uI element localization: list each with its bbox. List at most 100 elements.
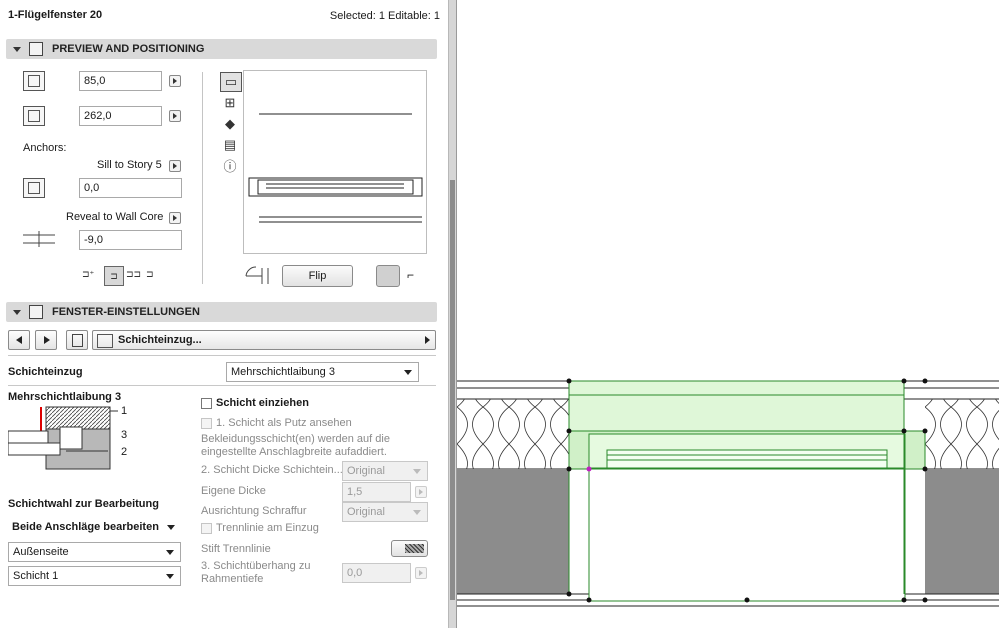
ausrichtung-value: Original — [347, 506, 385, 518]
reveal-icon — [21, 229, 57, 249]
layer-diagram — [7, 405, 133, 473]
arrow-left-icon — [16, 336, 22, 344]
opening-side-right-icon[interactable]: ⌐ — [407, 268, 425, 286]
diagram-label-3: 3 — [121, 429, 128, 441]
height-icon — [23, 106, 45, 126]
selection-status: Selected: 1 Editable: 1 — [329, 10, 440, 22]
schicht-value: Schicht 1 — [13, 570, 59, 582]
page-selector[interactable]: Schichteinzug... — [92, 330, 436, 350]
anchor-mode-1-icon[interactable]: ⊐⁺ — [82, 269, 94, 280]
schichtwahl-value: Beide Anschläge bearbeiten — [12, 521, 159, 533]
ueberhang-arrow-button[interactable] — [415, 567, 427, 579]
arrow-right-icon — [44, 336, 50, 344]
panel-scrollbar-thumb[interactable] — [450, 180, 455, 600]
next-page-button[interactable] — [35, 330, 57, 350]
elevation-view-icon[interactable]: ⊞ — [220, 94, 240, 112]
page-selector-label: Schichteinzug... — [118, 334, 202, 346]
schicht-einziehen-checkbox[interactable] — [201, 398, 212, 409]
schichteinzug-label: Schichteinzug — [8, 366, 83, 378]
object-title: 1-Flügelfenster 20 — [8, 9, 103, 21]
sill-icon — [23, 178, 45, 198]
width-field[interactable]: 85,0 — [79, 71, 162, 91]
anchors-label: Anchors: — [23, 142, 67, 154]
ueberhang-field[interactable]: 0,0 — [342, 563, 411, 583]
pen-swatch-icon — [405, 544, 424, 553]
preview-section-header[interactable]: PREVIEW AND POSITIONING — [6, 39, 437, 59]
eigene-dicke-label: Eigene Dicke — [201, 485, 266, 497]
dicke-schicht-value: Original — [347, 465, 385, 477]
floorplan-drawing — [457, 378, 999, 607]
anchor-mode-3-icon[interactable]: ⊐⊐ — [126, 269, 141, 280]
preview-section-icon — [29, 42, 43, 56]
diagram-label-2: 2 — [121, 446, 128, 458]
info-text-line2: eingestellte Anschlagbreite aufaddiert. — [201, 446, 387, 458]
fenster-section-icon — [29, 305, 43, 319]
schicht-select[interactable]: Schicht 1 — [8, 566, 181, 586]
trennlinie-label: Trennlinie am Einzug — [216, 522, 319, 534]
list-icon — [72, 334, 83, 347]
schichtwahl-label: Schichtwahl zur Bearbeitung — [8, 498, 159, 510]
height-arrow-button[interactable] — [169, 110, 181, 122]
schichteinzug-select[interactable]: Mehrschichtlaibung 3 — [226, 362, 419, 382]
anchor-mode-buttons: ⊐⁺ ⊐ ⊐⊐ ⊐ — [82, 266, 160, 286]
sill-anchor-label: Sill to Story 5 — [97, 159, 162, 171]
width-arrow-button[interactable] — [169, 75, 181, 87]
drawing-canvas[interactable] — [457, 0, 999, 628]
info-text-line1: Bekleidungsschicht(en) werden auf die — [201, 433, 390, 445]
divider — [8, 385, 436, 386]
schichtwahl-select[interactable]: Beide Anschläge bearbeiten — [8, 518, 181, 538]
dicke-schicht-select[interactable]: Original — [342, 461, 428, 481]
anchor-mode-4-icon[interactable]: ⊐ — [146, 269, 154, 280]
ueberhang-label-line2: Rahmentiefe — [201, 573, 264, 585]
sill-field[interactable]: 0,0 — [79, 178, 182, 198]
opening-side-left-icon[interactable] — [376, 265, 400, 287]
schicht-einziehen-label: Schicht einziehen — [216, 397, 309, 409]
chevron-down-icon — [413, 469, 421, 474]
diagram-title: Mehrschichtlaibung 3 — [8, 391, 122, 403]
sill-anchor-button[interactable] — [169, 160, 181, 172]
pen-picker-button[interactable] — [391, 540, 428, 557]
settings-panel: 1-Flügelfenster 20 Selected: 1 Editable:… — [0, 0, 448, 628]
chevron-down-icon — [404, 370, 412, 375]
preview-section-title: PREVIEW AND POSITIONING — [52, 43, 205, 55]
eigene-dicke-arrow-button[interactable] — [415, 486, 427, 498]
reveal-anchor-label: Reveal to Wall Core — [66, 211, 164, 223]
trennlinie-checkbox[interactable] — [201, 523, 212, 534]
seite-select[interactable]: Außenseite — [8, 542, 181, 562]
chevron-down-icon — [167, 525, 175, 530]
3d-view-icon[interactable]: ◆ — [220, 115, 240, 133]
chevron-down-icon — [166, 574, 174, 579]
door-swing-icon[interactable] — [242, 264, 278, 288]
preview-window — [243, 70, 427, 254]
page-list-button[interactable] — [66, 330, 88, 350]
flip-button[interactable]: Flip — [282, 265, 353, 287]
chevron-down-icon — [166, 550, 174, 555]
preview-separator — [202, 72, 203, 284]
height-field[interactable]: 262,0 — [79, 106, 162, 126]
floorplan-view-icon[interactable]: ▭ — [220, 72, 242, 92]
section-view-icon[interactable]: ▤ — [220, 136, 240, 154]
width-icon — [23, 71, 45, 91]
reveal-field[interactable]: -9,0 — [79, 230, 182, 250]
fenster-section-header[interactable]: FENSTER-EINSTELLUNGEN — [6, 302, 437, 322]
eigene-dicke-field[interactable]: 1,5 — [342, 482, 411, 502]
ueberhang-label-line1: 3. Schichtüberhang zu — [201, 560, 311, 572]
seite-value: Außenseite — [13, 546, 69, 558]
stift-label: Stift Trennlinie — [201, 543, 271, 555]
prev-page-button[interactable] — [8, 330, 30, 350]
dicke-schicht-label: 2. Schicht Dicke Schichtein... — [201, 464, 343, 476]
page-icon — [97, 334, 113, 348]
collapse-triangle-icon[interactable] — [13, 309, 21, 315]
anchor-mode-2-icon[interactable]: ⊐ — [104, 266, 124, 286]
ausrichtung-label: Ausrichtung Schraffur — [201, 505, 307, 517]
putz-label: 1. Schicht als Putz ansehen — [216, 417, 352, 429]
putz-checkbox[interactable] — [201, 418, 212, 429]
divider — [8, 355, 436, 356]
reveal-anchor-button[interactable] — [169, 212, 181, 224]
chevron-down-icon — [413, 510, 421, 515]
ausrichtung-select[interactable]: Original — [342, 502, 428, 522]
fenster-section-title: FENSTER-EINSTELLUNGEN — [52, 306, 200, 318]
schichteinzug-value: Mehrschichtlaibung 3 — [231, 366, 335, 378]
collapse-triangle-icon[interactable] — [13, 46, 21, 52]
info-icon[interactable]: ⓘ — [220, 158, 240, 176]
